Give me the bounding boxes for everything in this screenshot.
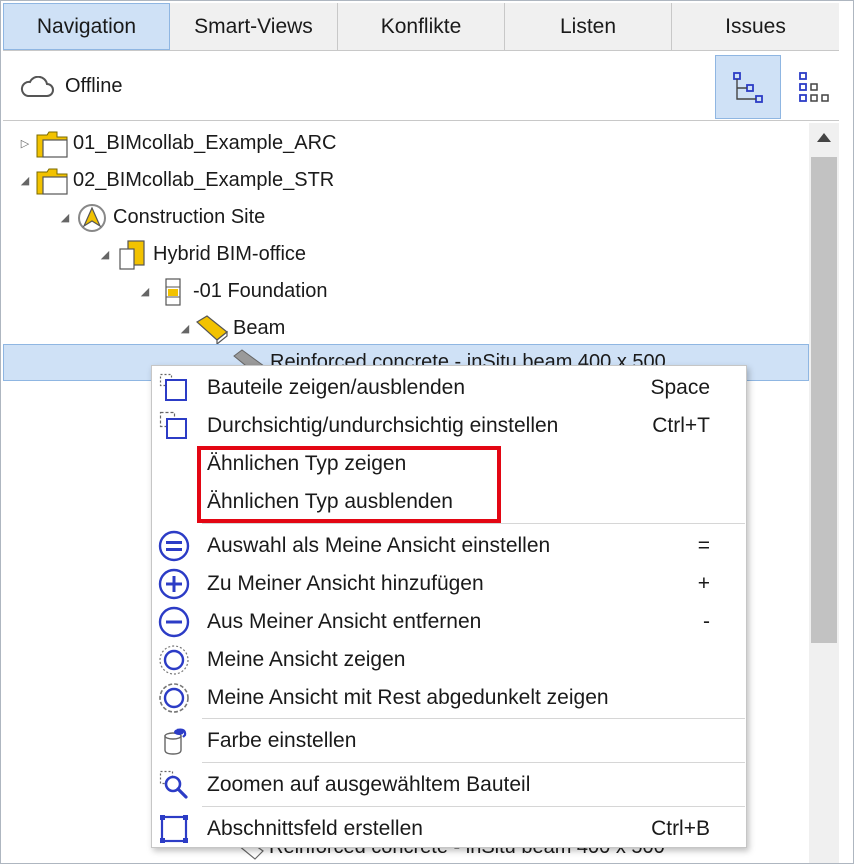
menu-item-zoom-selected[interactable]: Zoomen auf ausgewähltem Bauteil: [152, 766, 746, 804]
menu-separator: [202, 523, 745, 524]
site-icon: [75, 202, 109, 234]
folder-icon: [35, 128, 69, 160]
folder-icon: [35, 165, 69, 197]
storey-icon: [155, 276, 189, 308]
scroll-thumb[interactable]: [811, 157, 837, 643]
section-box-icon: [156, 811, 192, 847]
scroll-up-icon[interactable]: [817, 133, 831, 142]
tab-bar: Navigation Smart-Views Konflikte Listen …: [3, 3, 839, 51]
status-bar: Offline: [3, 53, 839, 121]
annotation-highlight-box: [197, 446, 501, 523]
list-view-button[interactable]: [781, 55, 847, 119]
menu-item-set-color[interactable]: Farbe einstellen: [152, 722, 746, 760]
show-view-icon: [156, 642, 192, 678]
list-view-icon: [799, 72, 829, 102]
expanded-caret-icon[interactable]: ◢: [179, 322, 191, 336]
tree-node[interactable]: ◢ 02_BIMcollab_Example_STR: [3, 162, 809, 199]
menu-item-show-hide[interactable]: Bauteile zeigen/ausblenden Space: [152, 369, 746, 407]
plus-circle-icon: [156, 566, 192, 602]
menu-separator: [202, 806, 745, 807]
show-hide-icon: [156, 370, 192, 406]
menu-item-show-my-view[interactable]: Meine Ansicht zeigen: [152, 641, 746, 679]
expanded-caret-icon[interactable]: ◢: [99, 248, 111, 262]
beam-type-icon: [195, 313, 229, 345]
tree-node[interactable]: ◢ Hybrid BIM-office: [3, 236, 809, 273]
transparency-icon: [156, 408, 192, 444]
minus-circle-icon: [156, 604, 192, 640]
tree-view-button[interactable]: [715, 55, 781, 119]
tab-listen[interactable]: Listen: [505, 3, 672, 50]
tab-issues[interactable]: Issues: [672, 3, 839, 50]
building-icon: [115, 239, 149, 271]
expanded-caret-icon[interactable]: ◢: [59, 211, 71, 225]
cloud-icon: [20, 76, 54, 97]
context-menu: Bauteile zeigen/ausblenden Space Durchsi…: [151, 365, 747, 848]
menu-item-add-to-view[interactable]: Zu Meiner Ansicht hinzufügen +: [152, 565, 746, 603]
menu-item-transparency[interactable]: Durchsichtig/undurchsichtig einstellen C…: [152, 407, 746, 445]
tab-konflikte[interactable]: Konflikte: [338, 3, 505, 50]
menu-item-show-my-view-dimmed[interactable]: Meine Ansicht mit Rest abgedunkelt zeige…: [152, 679, 746, 717]
dimmed-view-icon: [156, 680, 192, 716]
expanded-caret-icon[interactable]: ◢: [19, 174, 31, 188]
tab-smart-views[interactable]: Smart-Views: [170, 3, 338, 50]
tree-scrollbar[interactable]: [809, 123, 839, 863]
equals-circle-icon: [156, 528, 192, 564]
tree-node[interactable]: ◢ -01 Foundation: [3, 273, 809, 310]
zoom-icon: [156, 767, 192, 803]
paint-bucket-icon: [156, 723, 192, 759]
tree-view-icon: [733, 72, 763, 103]
tree-node[interactable]: ◢ Construction Site: [3, 199, 809, 236]
menu-item-set-my-view[interactable]: Auswahl als Meine Ansicht einstellen =: [152, 527, 746, 565]
collapsed-caret-icon[interactable]: ▷: [19, 137, 31, 151]
tab-navigation[interactable]: Navigation: [3, 3, 170, 50]
tree-node[interactable]: ▷ 01_BIMcollab_Example_ARC: [3, 125, 809, 162]
menu-item-section-box[interactable]: Abschnittsfeld erstellen Ctrl+B: [152, 810, 746, 848]
connection-status: Offline: [65, 75, 123, 97]
expanded-caret-icon[interactable]: ◢: [139, 285, 151, 299]
tree-node[interactable]: ◢ Beam: [3, 310, 809, 347]
menu-separator: [202, 718, 745, 719]
menu-separator: [202, 762, 745, 763]
menu-item-remove-from-view[interactable]: Aus Meiner Ansicht entfernen -: [152, 603, 746, 641]
